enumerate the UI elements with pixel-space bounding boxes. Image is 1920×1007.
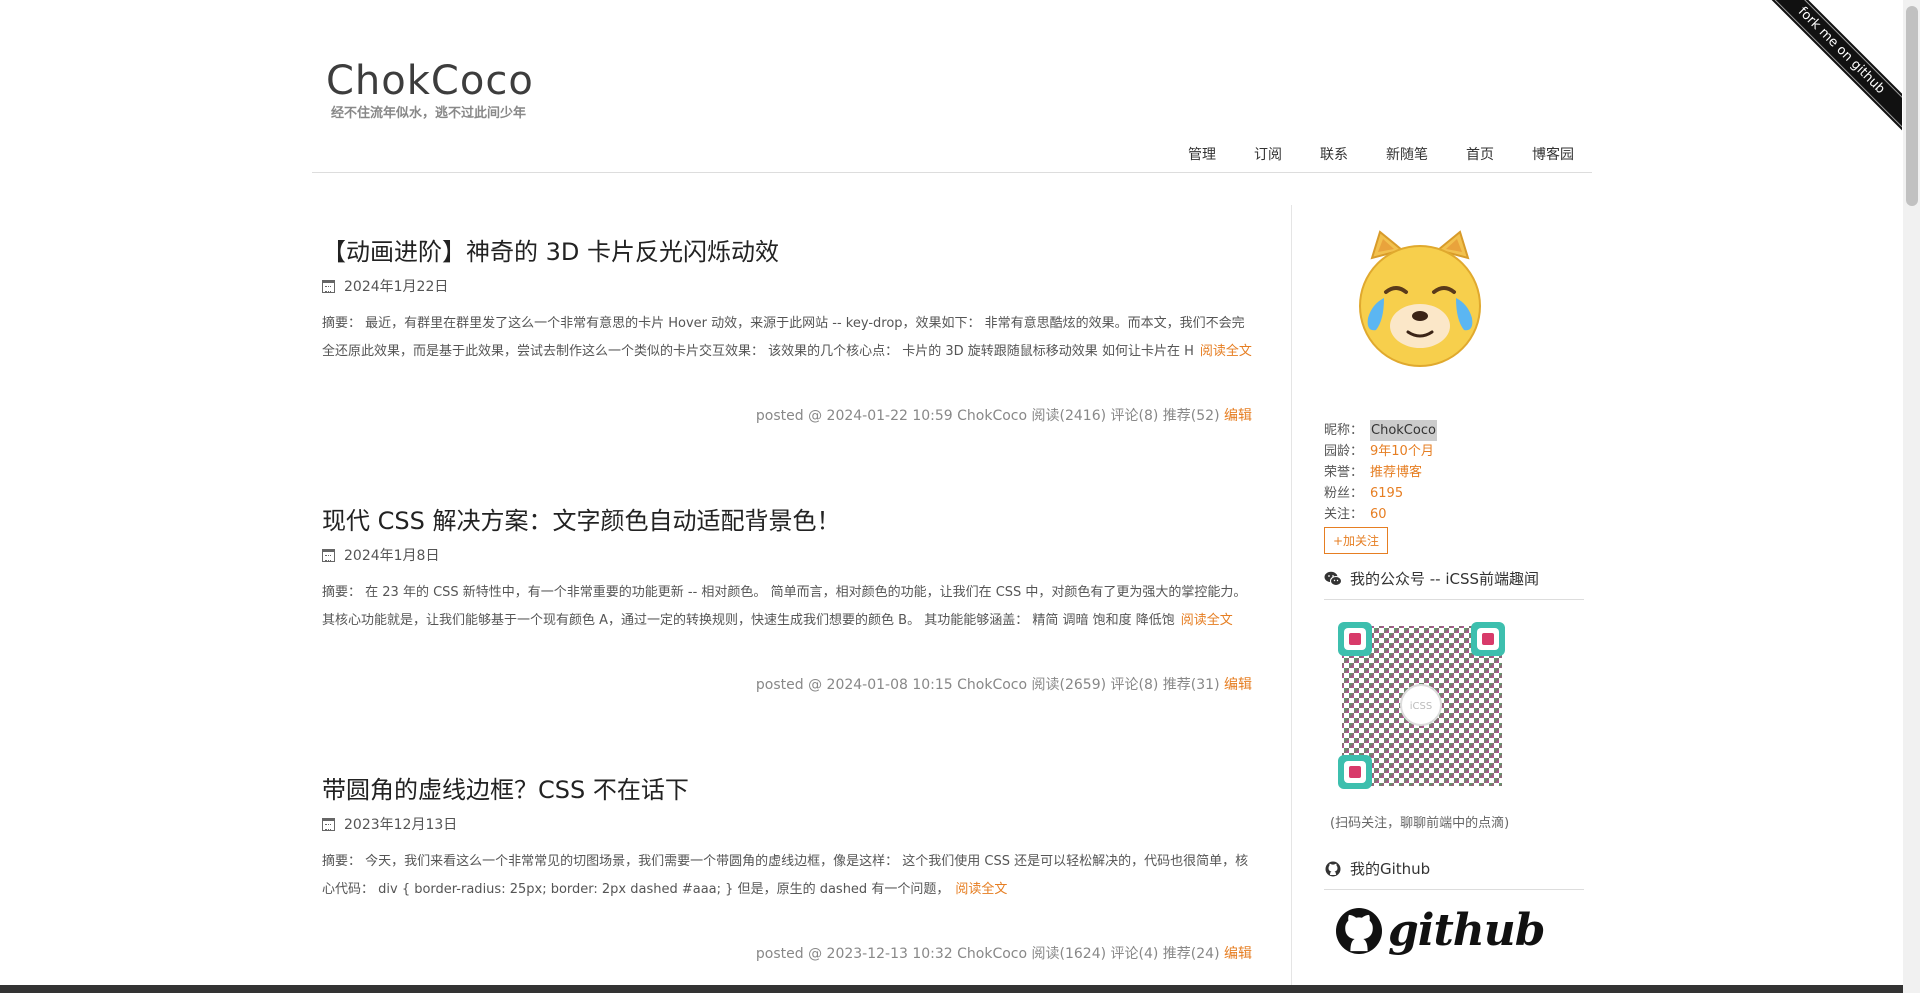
github-wordmark: github: [1388, 905, 1546, 956]
qr-caption: (扫码关注，聊聊前端中的点滴): [1330, 816, 1510, 831]
post-date-text: 2024年1月22日: [344, 279, 449, 295]
profile-fans[interactable]: 6195: [1370, 483, 1403, 504]
fork-ribbon[interactable]: fork me on github: [1752, 0, 1902, 150]
site-subtitle: 经不住流年似水，逃不过此间少年: [331, 106, 527, 121]
nav-manage[interactable]: 管理: [1188, 144, 1216, 164]
post-item: 现代 CSS 解决方案：文字颜色自动适配背景色！ 2024年1月8日 摘要： 在…: [322, 469, 1252, 738]
profile-following[interactable]: 60: [1370, 504, 1387, 525]
post-title[interactable]: 现代 CSS 解决方案：文字颜色自动适配背景色！: [322, 501, 840, 536]
nav-cnblogs[interactable]: 博客园: [1532, 144, 1574, 164]
post-date: 2023年12月13日: [322, 814, 457, 834]
read-more-link[interactable]: 阅读全文: [1181, 613, 1233, 628]
post-summary-text: 摘要： 最近，有群里在群里发了这么一个非常有意思的卡片 Hover 动效，来源于…: [322, 316, 1245, 359]
post-date-text: 2023年12月13日: [344, 817, 458, 833]
profile-follow-label: 关注：: [1324, 507, 1364, 522]
calendar-icon: [322, 548, 335, 562]
post-meta: posted @ 2023-12-13 10:32 ChokCoco 阅读(16…: [755, 946, 1220, 962]
vertical-scrollbar[interactable]: [1903, 0, 1920, 993]
github-title: 我的Github: [1350, 860, 1431, 878]
column-divider: [1291, 205, 1292, 993]
nav-home[interactable]: 首页: [1466, 144, 1494, 164]
post-footer: posted @ 2023-12-13 10:32 ChokCoco 阅读(16…: [756, 943, 1252, 963]
profile-nick[interactable]: ChokCoco: [1370, 420, 1437, 441]
profile-honor-label: 荣誉：: [1324, 465, 1364, 480]
profile-info: 昵称： ChokCoco 园龄： 9年10个月 荣誉： 推荐博客 粉丝： 6195 关注…: [1324, 420, 1437, 525]
bottom-edge-bar: [0, 985, 1903, 993]
post-footer: posted @ 2024-01-22 10:59 ChokCoco 阅读(24…: [756, 405, 1252, 425]
post-summary: 摘要： 最近，有群里在群里发了这么一个非常有意思的卡片 Hover 动效，来源于…: [322, 310, 1252, 366]
github-link[interactable]: github: [1336, 905, 1546, 956]
follow-button[interactable]: +加关注: [1324, 527, 1389, 554]
post-date: 2024年1月22日: [322, 276, 448, 296]
site-title[interactable]: ChokCoco: [326, 58, 534, 104]
page-container: ChokCoco 经不住流年似水，逃不过此间少年 管理 订阅 联系 新随笔 首页…: [312, 0, 1592, 993]
post-title[interactable]: 带圆角的虚线边框？CSS 不在话下: [322, 770, 689, 805]
edit-link[interactable]: 编辑: [1224, 946, 1252, 962]
nav-new-post[interactable]: 新随笔: [1386, 144, 1428, 164]
profile-age[interactable]: 9年10个月: [1370, 441, 1434, 462]
wechat-qr-code: iCSS: [1334, 618, 1509, 793]
post-date-text: 2024年1月8日: [344, 548, 440, 564]
post-summary: 摘要： 在 23 年的 CSS 新特性中，有一个非常重要的功能更新 -- 相对颜…: [322, 579, 1252, 635]
calendar-icon: [322, 279, 335, 293]
post-footer: posted @ 2024-01-08 10:15 ChokCoco 阅读(26…: [756, 674, 1252, 694]
read-more-link[interactable]: 阅读全文: [1200, 344, 1252, 359]
nav-subscribe[interactable]: 订阅: [1254, 144, 1282, 164]
profile-honor[interactable]: 推荐博客: [1370, 462, 1422, 483]
wechat-section-title: 我的公众号 -- iCSS前端趣闻: [1324, 568, 1584, 600]
top-nav: 管理 订阅 联系 新随笔 首页 博客园: [1150, 144, 1574, 164]
edit-link[interactable]: 编辑: [1224, 677, 1252, 693]
avatar[interactable]: [1350, 228, 1490, 368]
github-section-title: 我的Github: [1324, 858, 1584, 890]
post-meta: posted @ 2024-01-22 10:59 ChokCoco 阅读(24…: [755, 408, 1220, 424]
post-date: 2024年1月8日: [322, 545, 439, 565]
wechat-icon: [1324, 571, 1342, 586]
svg-text:iCSS: iCSS: [1410, 701, 1432, 712]
github-octocat-icon: [1336, 907, 1382, 954]
nav-contact[interactable]: 联系: [1320, 144, 1348, 164]
post-meta: posted @ 2024-01-08 10:15 ChokCoco 阅读(26…: [755, 677, 1220, 693]
calendar-icon: [322, 817, 335, 831]
wechat-title: 我的公众号 -- iCSS前端趣闻: [1350, 570, 1540, 588]
post-list: 【动画进阶】神奇的 3D 卡片反光闪烁动效 2024年1月22日 摘要： 最近，…: [322, 200, 1252, 1007]
post-item: 带圆角的虚线边框？CSS 不在话下 2023年12月13日 摘要： 今天，我们来…: [322, 738, 1252, 1007]
post-item: 【动画进阶】神奇的 3D 卡片反光闪烁动效 2024年1月22日 摘要： 最近，…: [322, 200, 1252, 469]
edit-link[interactable]: 编辑: [1224, 408, 1252, 424]
profile-age-label: 园龄：: [1324, 444, 1364, 459]
header-divider: [312, 172, 1592, 173]
profile-fans-label: 粉丝：: [1324, 486, 1364, 501]
post-summary-text: 摘要： 今天，我们来看这么一个非常常见的切图场景，我们需要一个带圆角的虚线边框，…: [322, 854, 1249, 897]
read-more-link[interactable]: 阅读全文: [955, 882, 1007, 897]
post-summary-text: 摘要： 在 23 年的 CSS 新特性中，有一个非常重要的功能更新 -- 相对颜…: [322, 585, 1247, 628]
post-summary: 摘要： 今天，我们来看这么一个非常常见的切图场景，我们需要一个带圆角的虚线边框，…: [322, 848, 1252, 904]
scrollbar-thumb[interactable]: [1906, 6, 1918, 206]
profile-nick-label: 昵称：: [1324, 423, 1364, 438]
github-icon: [1325, 861, 1341, 876]
fork-ribbon-label[interactable]: fork me on github: [1757, 0, 1902, 135]
post-title[interactable]: 【动画进阶】神奇的 3D 卡片反光闪烁动效: [322, 232, 779, 267]
